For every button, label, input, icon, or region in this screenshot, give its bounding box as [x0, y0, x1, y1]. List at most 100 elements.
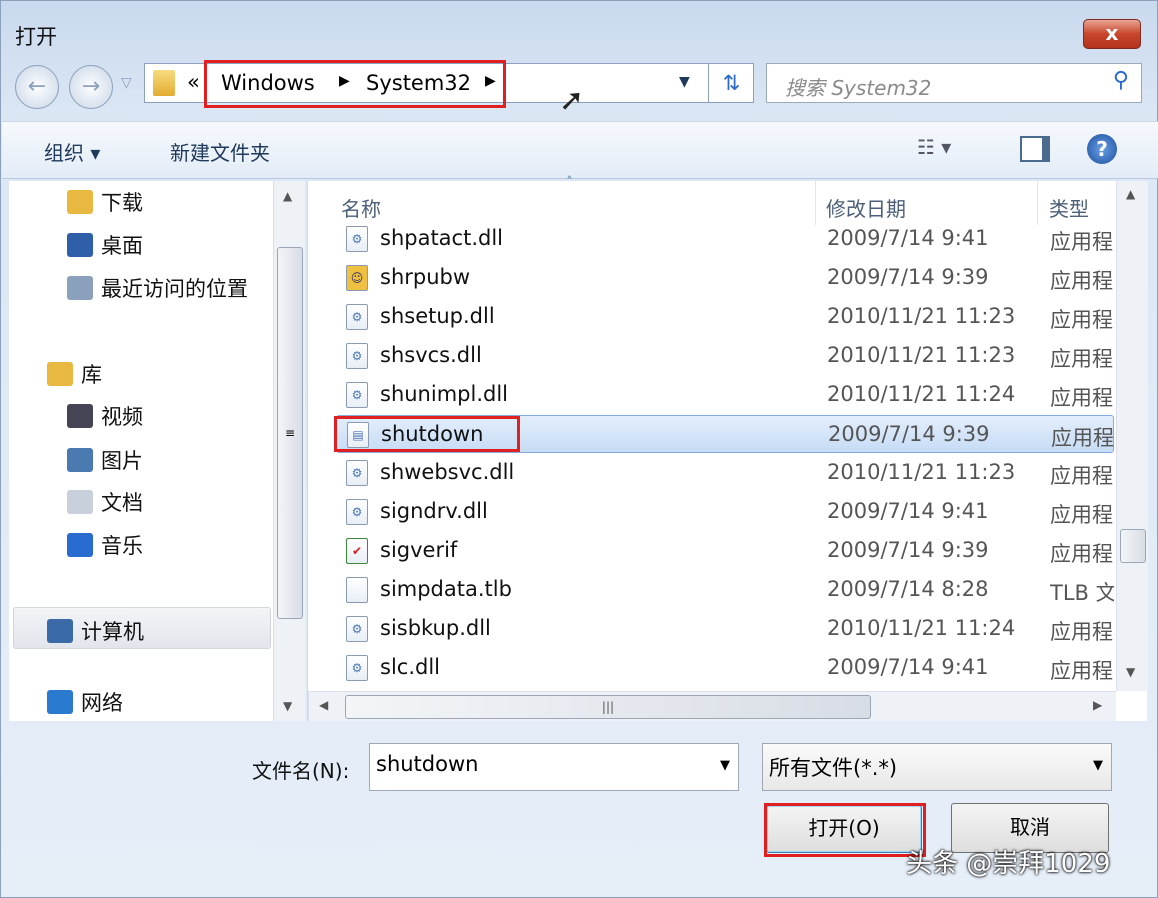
nav-item-label: 网络 [81, 691, 123, 715]
scrollbar-thumb[interactable]: ≡ [277, 247, 303, 619]
file-type: 应用程 [1050, 269, 1113, 293]
vertical-scrollbar[interactable]: ▲ ▼ [1116, 181, 1148, 691]
file-row[interactable]: simpdata.tlb 2009/7/14 8:28 TLB 文 [336, 571, 1114, 609]
file-date: 2009/7/14 9:41 [827, 226, 989, 250]
organize-button[interactable]: 组织 ▾ [44, 137, 100, 166]
nav-item-label: 音乐 [101, 534, 143, 558]
file-row[interactable]: ⚙ shsvcs.dll 2010/11/21 11:23 应用程 [336, 337, 1114, 375]
file-type: 应用程 [1050, 308, 1113, 332]
file-name: slc.dll [380, 655, 440, 679]
dll-icon: ⚙ [346, 655, 368, 681]
file-row[interactable]: ⚙ slc.dll 2009/7/14 9:41 应用程 [336, 649, 1114, 687]
address-dropdown-icon[interactable]: ▼ [679, 74, 690, 90]
close-button[interactable]: x [1083, 19, 1141, 49]
back-button[interactable]: ← [15, 65, 59, 109]
forward-arrow-icon: → [81, 74, 101, 99]
file-type: 应用程 [1050, 386, 1113, 410]
nav-item[interactable]: 下载 [67, 187, 143, 217]
file-date: 2009/7/14 9:41 [827, 655, 989, 679]
nav-item[interactable]: 网络 [47, 687, 123, 717]
new-folder-button[interactable]: 新建文件夹 [170, 137, 270, 166]
nav-item-label: 下载 [101, 191, 143, 215]
file-row[interactable]: ⚙ shwebsvc.dll 2010/11/21 11:23 应用程 [336, 454, 1114, 492]
nav-item-label: 桌面 [101, 234, 143, 258]
filename-input[interactable]: shutdown ▼ [369, 743, 739, 791]
file-date: 2009/7/14 9:39 [827, 265, 989, 289]
filename-label: 文件名(N): [252, 759, 350, 783]
column-name[interactable]: 名称 [341, 193, 381, 222]
dll-icon: ⚙ [346, 343, 368, 369]
file-date: 2009/7/14 9:39 [828, 422, 990, 446]
file-date: 2009/7/14 8:28 [827, 577, 989, 601]
filename-value: shutdown [376, 752, 479, 776]
file-date: 2010/11/21 11:24 [827, 616, 1016, 640]
file-name: simpdata.tlb [380, 577, 512, 601]
file-date: 2009/7/14 9:41 [827, 499, 989, 523]
scrollbar-thumb[interactable] [1120, 529, 1146, 563]
file-date: 2009/7/14 9:39 [827, 538, 989, 562]
column-type[interactable]: 类型 [1049, 193, 1089, 222]
forward-button[interactable]: → [69, 65, 113, 109]
column-date[interactable]: 修改日期 [826, 193, 906, 222]
file-name: sigverif [380, 538, 458, 562]
file-date: 2010/11/21 11:23 [827, 343, 1016, 367]
help-icon[interactable]: ? [1087, 134, 1117, 164]
file-row[interactable]: ✔ sigverif 2009/7/14 9:39 应用程 [336, 532, 1114, 570]
preview-pane-icon[interactable] [1020, 136, 1050, 162]
mouse-cursor-icon: ➚ [559, 83, 585, 118]
dll-icon: ⚙ [346, 499, 368, 525]
watermark: 头条 @崇拜1029 [906, 849, 1111, 879]
file-row[interactable]: ⚙ sisbkup.dll 2010/11/21 11:24 应用程 [336, 610, 1114, 648]
file-row[interactable]: ☺ shrpubw 2009/7/14 9:39 应用程 [336, 259, 1114, 297]
search-input[interactable]: 搜索 System32 ⚲ [766, 63, 1142, 103]
scrollbar-thumb[interactable]: ||| [345, 695, 871, 719]
refresh-icon[interactable]: ⇅ [708, 64, 754, 102]
horizontal-scrollbar[interactable]: ◀ ||| ▶ [308, 691, 1116, 721]
file-type-select[interactable]: 所有文件(*.*) ▼ [762, 743, 1112, 791]
nav-item[interactable]: 最近访问的位置 [67, 273, 248, 303]
file-type: 应用程 [1050, 620, 1113, 644]
recent-pages-dropdown[interactable]: ▽ [121, 75, 132, 91]
nav-item[interactable]: 音乐 [67, 530, 143, 560]
nav-item[interactable]: 图片 [67, 445, 143, 475]
chevron-down-icon[interactable]: ▼ [1093, 758, 1103, 773]
chevron-down-icon[interactable]: ▼ [720, 758, 730, 773]
nav-item[interactable]: 视频 [67, 401, 143, 431]
file-row[interactable]: ⚙ shunimpl.dll 2010/11/21 11:24 应用程 [336, 376, 1114, 414]
nav-item[interactable]: 库 [47, 359, 102, 389]
folder-icon [153, 70, 175, 96]
file-row[interactable]: ⚙ shsetup.dll 2010/11/21 11:23 应用程 [336, 298, 1114, 336]
pictures-icon [67, 448, 93, 472]
recent-places-icon [67, 276, 93, 300]
file-date: 2010/11/21 11:23 [827, 304, 1016, 328]
file-type-value: 所有文件(*.*) [769, 756, 898, 780]
file-type: 应用程 [1050, 503, 1113, 527]
open-button-highlight [764, 803, 926, 857]
file-name: shsvcs.dll [380, 343, 482, 367]
file-name: sisbkup.dll [380, 616, 491, 640]
nav-item[interactable]: 文档 [67, 487, 143, 517]
search-icon[interactable]: ⚲ [1113, 68, 1129, 93]
file-type: 应用程 [1050, 230, 1113, 254]
view-options-icon[interactable]: ☷ ▾ [917, 135, 951, 159]
file-row[interactable]: ⚙ signdrv.dll 2009/7/14 9:41 应用程 [336, 493, 1114, 531]
open-file-dialog: 打开 x ← → ▽ « Windows ▶ System32 ▶ ▼ ⇅ ➚ … [0, 0, 1158, 898]
downloads-folder-icon [67, 190, 93, 214]
file-row[interactable]: ⚙ shpatact.dll 2009/7/14 9:41 应用程 [336, 220, 1114, 258]
share-wizard-icon: ☺ [346, 265, 368, 291]
selected-file-highlight [334, 416, 520, 452]
toolbar: 组织 ▾ 新建文件夹 ☷ ▾ ? [2, 121, 1158, 179]
nav-scrollbar[interactable]: ▲ ≡ ▼ [273, 181, 305, 721]
file-type: 应用程 [1051, 426, 1114, 450]
file-name: shwebsvc.dll [380, 460, 515, 484]
nav-item[interactable]: 桌面 [67, 230, 143, 260]
desktop-icon [67, 233, 93, 257]
nav-item[interactable]: 计算机 [47, 616, 144, 646]
file-type: TLB 文 [1050, 581, 1114, 605]
file-date: 2010/11/21 11:24 [827, 382, 1016, 406]
dll-icon: ⚙ [346, 226, 368, 252]
breadcrumb-overflow[interactable]: « [187, 70, 200, 94]
nav-item-label: 视频 [101, 405, 143, 429]
file-name: signdrv.dll [380, 499, 488, 523]
breadcrumb-highlight [204, 60, 506, 108]
